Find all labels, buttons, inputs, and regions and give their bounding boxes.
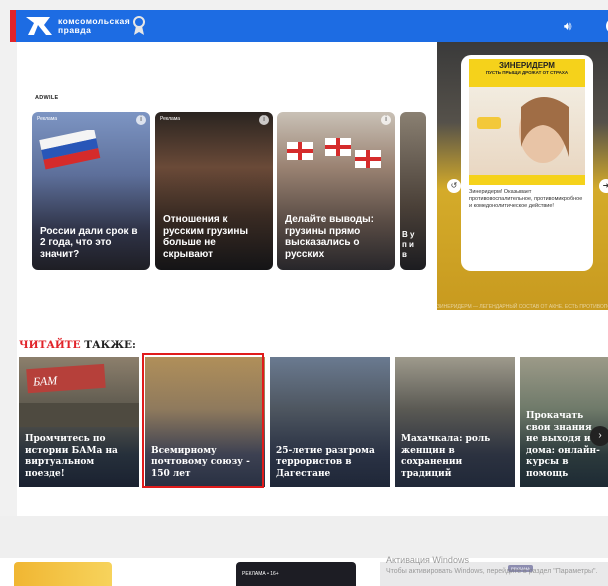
bottom-ad-card[interactable] xyxy=(14,562,112,586)
banner-strip xyxy=(469,175,585,185)
banner-photo xyxy=(469,87,585,175)
bam-sign-image: БАМ xyxy=(19,363,139,427)
ad-title: В у п и в xyxy=(402,230,415,259)
info-icon[interactable]: i xyxy=(259,115,269,125)
ad-label: Реклама xyxy=(160,116,181,122)
carousel-next-icon[interactable]: › xyxy=(590,426,608,446)
carousel-prev-icon[interactable]: ↺ xyxy=(447,179,461,193)
selection-highlight xyxy=(142,353,264,488)
news-title: Махачкала: роль женщин в сохранении трад… xyxy=(401,434,491,479)
svg-text:БАМ: БАМ xyxy=(32,373,59,389)
ad-card[interactable]: Реклама i России дали срок в 2 года, что… xyxy=(32,112,150,270)
bottom-ad-card[interactable]: РЕКЛАМА • 16+ xyxy=(236,562,356,586)
banner-text: Зинеридерм! Оказывает противовоспалитель… xyxy=(469,189,583,209)
logo-text: комсомольская правда xyxy=(58,16,131,35)
ad-banner[interactable]: ЗИНЕРИДЕРМ ПУСТЬ ПРЫЩИ ДРОЖАТ ОТ СТРАХА … xyxy=(437,42,608,310)
read-also-heading: ЧИТАЙТЕ ТАКЖЕ: xyxy=(19,339,136,351)
ad-network-label: ADWILE xyxy=(35,95,59,101)
ad-card-partial[interactable]: В у п и в xyxy=(400,112,426,270)
speaker-icon[interactable]: 🔊︎ xyxy=(564,19,572,34)
ad-age-label: РЕКЛАМА • 16+ xyxy=(242,571,279,577)
news-title: Прокачать свои знания не выходя из дома:… xyxy=(526,411,600,479)
georgian-flags-image xyxy=(287,138,381,168)
windows-activation-text: Чтобы активировать Windows, перейдите в … xyxy=(386,568,598,575)
ad-label: Реклама xyxy=(37,116,58,122)
windows-activation-title: Активация Windows xyxy=(386,555,469,565)
read-also-dark: ТАКЖЕ: xyxy=(84,339,136,351)
face-illustration-icon xyxy=(477,97,569,163)
news-title: 25-летие разгрома террористов в Дагестан… xyxy=(276,445,375,479)
header-accent-stripe xyxy=(10,10,16,42)
news-card[interactable]: Махачкала: роль женщин в сохранении трад… xyxy=(395,357,515,487)
ad-card[interactable]: i Делайте выводы: грузины прямо высказал… xyxy=(277,112,395,270)
banner-title: ЗИНЕРИДЕРМ ПУСТЬ ПРЫЩИ ДРОЖАТ ОТ СТРАХА xyxy=(469,59,585,87)
banner-card: ЗИНЕРИДЕРМ ПУСТЬ ПРЫЩИ ДРОЖАТ ОТ СТРАХА … xyxy=(461,55,593,271)
info-icon[interactable]: i xyxy=(136,115,146,125)
ad-title: Делайте выводы: грузины прямо высказалис… xyxy=(285,214,375,260)
site-logo[interactable]: комсомольская правда xyxy=(24,13,138,39)
news-card[interactable]: 25-летие разгрома террористов в Дагестан… xyxy=(270,357,390,487)
header-bar: комсомольская правда 🔊︎ xyxy=(10,10,608,42)
ad-card[interactable]: Реклама i Отношения к русским грузины бо… xyxy=(155,112,273,270)
banner-subtitle: ПУСТЬ ПРЫЩИ ДРОЖАТ ОТ СТРАХА xyxy=(485,70,569,75)
banner-brand: ЗИНЕРИДЕРМ xyxy=(499,61,555,70)
logo-mark-icon xyxy=(26,17,52,35)
news-card[interactable]: БАМ Промчитесь по истории БАМа на виртуа… xyxy=(19,357,139,487)
carousel-next-icon[interactable]: ➜ xyxy=(599,179,608,193)
ad-title: Отношения к русским грузины больше не ск… xyxy=(163,214,249,260)
russian-flag-image xyxy=(39,130,101,170)
news-title: Промчитесь по истории БАМа на виртуально… xyxy=(25,434,118,479)
section-divider xyxy=(0,516,608,558)
read-also-red: ЧИТАЙТЕ xyxy=(19,339,81,351)
order-medal-icon xyxy=(133,16,145,35)
banner-disclaimer: ЗИНЕРИДЕРМ — ЛЕГЕНДАРНЫЙ СОСТАВ ОТ АКНЕ.… xyxy=(437,304,608,310)
news-card[interactable]: Прокачать свои знания не выходя из дома:… xyxy=(520,357,608,487)
info-icon[interactable]: i xyxy=(381,115,391,125)
ad-title: России дали срок в 2 года, что это значи… xyxy=(40,225,138,260)
